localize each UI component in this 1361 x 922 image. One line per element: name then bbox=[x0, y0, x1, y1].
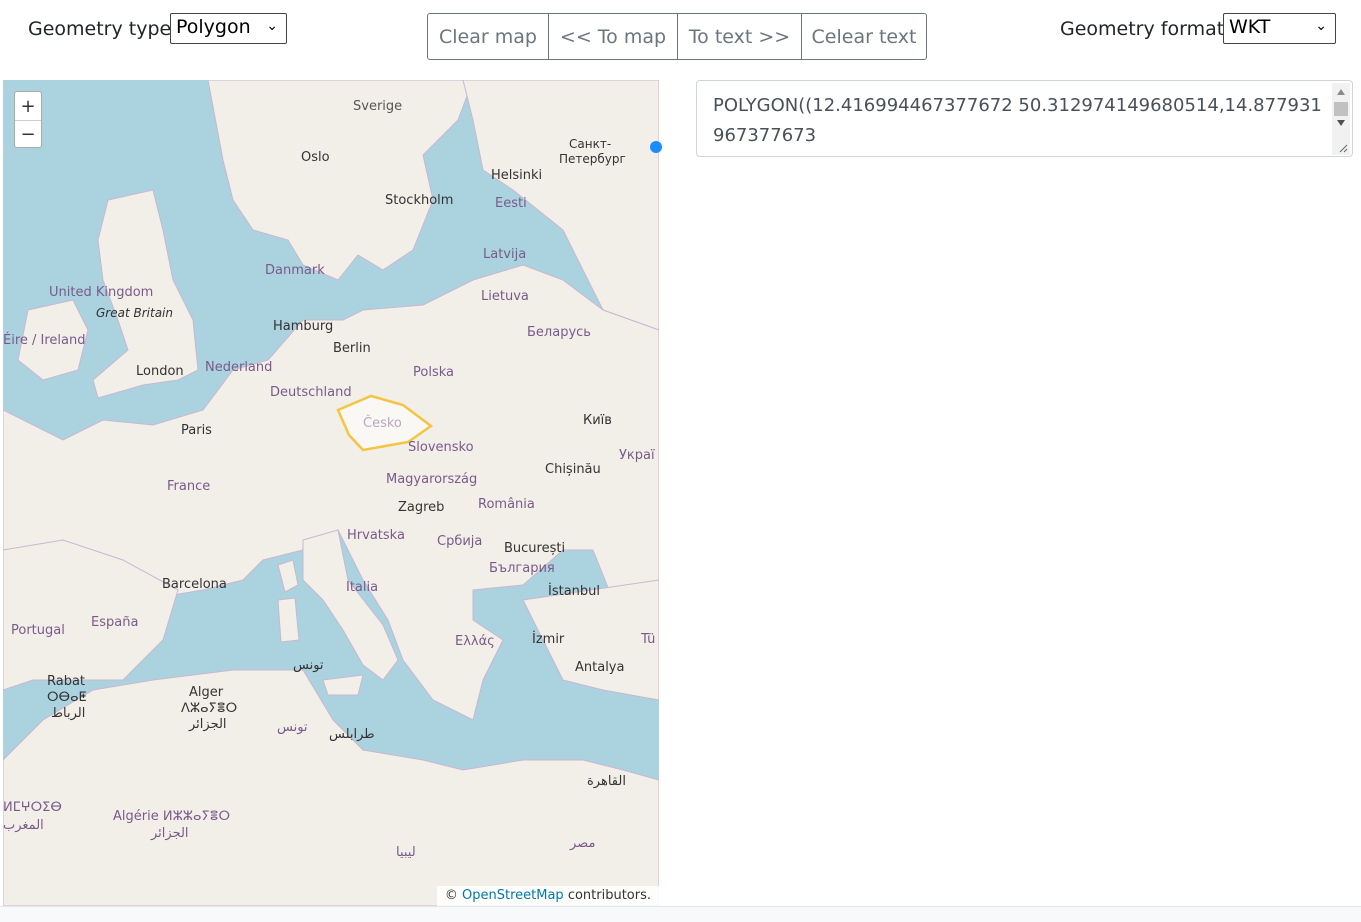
label-libya: ليبيا bbox=[396, 845, 416, 860]
label-tripoli: طرابلس bbox=[329, 727, 375, 742]
geometry-text-area[interactable]: POLYGON((12.416994467377672 50.312974149… bbox=[696, 80, 1353, 157]
label-alger-ar: الجزائر bbox=[189, 717, 227, 732]
label-sverige: Sverige bbox=[353, 99, 403, 114]
geometry-type-label: Geometry type bbox=[28, 18, 172, 40]
geometry-format-label: Geometry format bbox=[1060, 18, 1225, 40]
horizontal-scrollbar[interactable] bbox=[0, 906, 1361, 922]
resize-grip-icon[interactable] bbox=[1339, 144, 1348, 153]
label-romania: România bbox=[478, 497, 535, 512]
label-maghrib-tif: ⵍⵎⵖⵔⵉⴱ bbox=[3, 800, 62, 815]
to-text-button[interactable]: To text >> bbox=[677, 13, 802, 60]
toolbar: Geometry type Polygon ⌄ Clear map << To … bbox=[0, 0, 1361, 70]
label-ireland: Éire / Ireland bbox=[3, 333, 86, 348]
label-london: London bbox=[136, 364, 184, 379]
label-hamburg: Hamburg bbox=[273, 319, 334, 334]
label-alger: Alger bbox=[189, 685, 224, 700]
label-zagreb: Zagreb bbox=[398, 500, 445, 515]
label-maghrib-ar: المغرب bbox=[3, 818, 44, 833]
map-view[interactable]: Sverige Oslo Санкт- Петербург Helsinki S… bbox=[3, 80, 659, 906]
label-berlin: Berlin bbox=[333, 341, 371, 356]
label-tunisia: تونس bbox=[277, 720, 308, 735]
label-oslo: Oslo bbox=[301, 150, 330, 165]
label-antalya: Antalya bbox=[575, 660, 625, 675]
zoom-out-button[interactable]: − bbox=[15, 120, 41, 148]
scroll-thumb[interactable] bbox=[1334, 102, 1348, 116]
label-nederland: Nederland bbox=[205, 360, 273, 375]
label-spb-1: Санкт- bbox=[569, 137, 612, 151]
label-algerie-ar: الجزائر bbox=[151, 826, 189, 841]
map-attribution: © OpenStreetMap contributors. bbox=[436, 886, 659, 906]
label-tunis: تونس bbox=[293, 658, 324, 673]
label-alger-tif: ⴷⵣⴰⵢⴻⵔ bbox=[181, 701, 238, 716]
map-resize-handle[interactable] bbox=[650, 141, 662, 153]
label-deutschland: Deutschland bbox=[270, 385, 352, 400]
label-spb-2: Петербург bbox=[559, 152, 626, 166]
geometry-format-value: WKT bbox=[1229, 16, 1271, 38]
clear-map-button[interactable]: Clear map bbox=[427, 13, 549, 60]
label-rabat-tif: ⵔⴱⴰⵟ bbox=[47, 690, 87, 705]
label-france: France bbox=[167, 479, 211, 494]
attribution-suffix: contributors. bbox=[567, 888, 651, 903]
zoom-control: + − bbox=[14, 91, 42, 148]
place-labels: Sverige Oslo Санкт- Петербург Helsinki S… bbox=[3, 80, 659, 906]
label-portugal: Portugal bbox=[11, 623, 65, 638]
to-map-button[interactable]: << To map bbox=[548, 13, 678, 60]
label-italia: Italia bbox=[346, 580, 379, 595]
label-izmir: İzmir bbox=[532, 632, 565, 647]
label-slovensko: Slovensko bbox=[408, 440, 474, 455]
label-rabat-ar: الرباط bbox=[51, 706, 86, 721]
clear-text-button[interactable]: Celear text bbox=[801, 13, 927, 60]
openstreetmap-link[interactable]: OpenStreetMap bbox=[462, 888, 564, 903]
label-great-britain: Great Britain bbox=[96, 306, 173, 320]
label-paris: Paris bbox=[181, 423, 212, 438]
label-srbija: Србија bbox=[437, 534, 483, 549]
geometry-text-content: POLYGON((12.416994467377672 50.312974149… bbox=[713, 95, 1322, 146]
geometry-type-select[interactable]: Polygon ⌄ bbox=[170, 13, 287, 44]
chevron-down-icon: ⌄ bbox=[266, 18, 278, 34]
label-bulgaria: България bbox=[489, 561, 555, 576]
attribution-prefix: © bbox=[444, 888, 458, 903]
scroll-down-icon[interactable] bbox=[1337, 120, 1345, 126]
label-hrvatska: Hrvatska bbox=[347, 528, 405, 543]
label-espana: España bbox=[91, 615, 139, 630]
label-belarus: Беларусь bbox=[527, 325, 591, 340]
chevron-down-icon: ⌄ bbox=[1315, 18, 1327, 34]
label-cesko: Česko bbox=[363, 416, 402, 431]
label-barcelona: Barcelona bbox=[162, 577, 227, 592]
label-lietuva: Lietuva bbox=[481, 289, 529, 304]
label-helsinki: Helsinki bbox=[491, 168, 543, 183]
label-algerie: Algérie ⵍⵣⵣⴰⵢⴻⵔ bbox=[113, 809, 231, 824]
label-istanbul: İstanbul bbox=[548, 584, 601, 599]
label-ukraina: Украї bbox=[619, 448, 655, 463]
label-ellas: Ελλάς bbox=[455, 634, 495, 649]
scroll-up-icon[interactable] bbox=[1337, 89, 1345, 95]
label-cairo: القاهرة bbox=[587, 774, 626, 789]
action-button-group: Clear map << To map To text >> Celear te… bbox=[427, 13, 927, 60]
label-misr: مصر bbox=[570, 836, 596, 851]
label-danmark: Danmark bbox=[265, 263, 325, 278]
label-united-kingdom: United Kingdom bbox=[49, 285, 154, 300]
label-latvija: Latvija bbox=[483, 247, 527, 262]
label-magyarorszag: Magyarország bbox=[386, 472, 478, 487]
zoom-in-button[interactable]: + bbox=[15, 92, 41, 120]
label-rabat: Rabat bbox=[47, 674, 86, 689]
geometry-format-select[interactable]: WKT ⌄ bbox=[1223, 13, 1336, 44]
label-polska: Polska bbox=[413, 365, 454, 380]
label-bucuresti: București bbox=[504, 541, 566, 556]
label-eesti: Eesti bbox=[495, 196, 527, 211]
label-stockholm: Stockholm bbox=[385, 193, 454, 208]
label-kyiv: Київ bbox=[583, 413, 612, 428]
label-chisinau: Chișinău bbox=[545, 462, 601, 477]
geometry-type-value: Polygon bbox=[176, 16, 251, 38]
label-turkiye: Tü bbox=[641, 632, 656, 647]
